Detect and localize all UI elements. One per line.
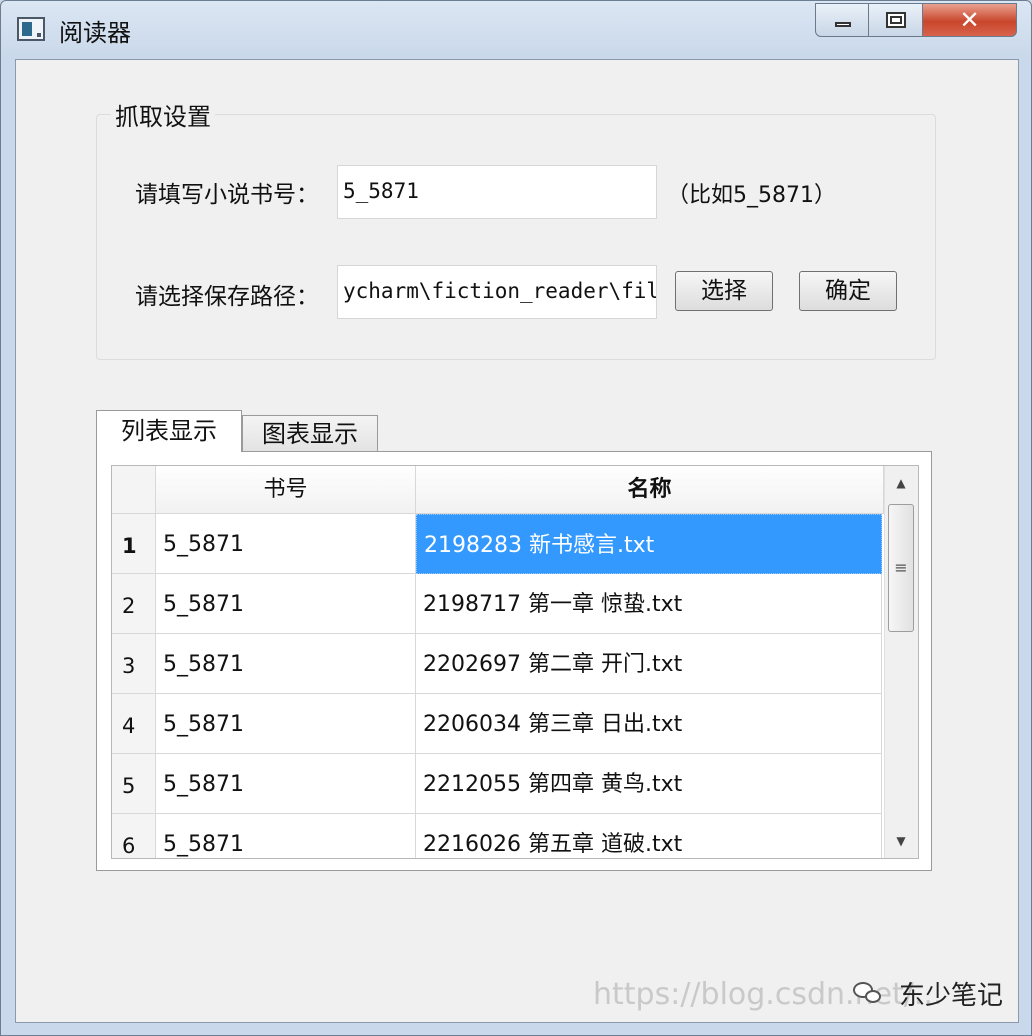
save-path-input[interactable]: ycharm\fiction_reader\file [337, 265, 657, 319]
group-title: 抓取设置 [111, 97, 215, 132]
row-number[interactable]: 6 [112, 814, 156, 858]
chapter-table: 书号 名称 1 5_5871 2198283 新书感言.txt 2 5_5871… [111, 465, 919, 859]
book-id-label: 请填写小说书号： [135, 182, 319, 208]
book-id-cell[interactable]: 5_5871 [156, 514, 416, 574]
table-corner[interactable] [112, 466, 156, 514]
row-number[interactable]: 4 [112, 694, 156, 754]
tab-panel: 书号 名称 1 5_5871 2198283 新书感言.txt 2 5_5871… [96, 451, 932, 871]
table-row[interactable]: 1 5_5871 2198283 新书感言.txt [112, 514, 882, 574]
close-icon: ✕ [959, 6, 980, 34]
scroll-down-arrow-icon[interactable]: ▼ [885, 824, 917, 858]
wechat-icon [853, 980, 883, 1006]
window-title: 阅读器 [59, 19, 131, 47]
confirm-button[interactable]: 确定 [799, 271, 897, 311]
minimize-icon [835, 22, 851, 27]
app-window: 阅读器 ✕ 抓取设置 请填写小说书号： 5_5871 （比如5_5871） 请选… [0, 0, 1032, 1036]
row-number[interactable]: 2 [112, 574, 156, 634]
table-row[interactable]: 3 5_5871 2202697 第二章 开门.txt [112, 634, 882, 694]
tab-list-view[interactable]: 列表显示 [96, 410, 242, 452]
row-number[interactable]: 3 [112, 634, 156, 694]
title-bar[interactable]: 阅读器 ✕ [1, 1, 1031, 57]
name-cell[interactable]: 2212055 第四章 黄鸟.txt [416, 754, 882, 814]
row-number[interactable]: 1 [112, 514, 156, 574]
book-id-cell[interactable]: 5_5871 [156, 574, 416, 634]
scroll-thumb[interactable]: ≡ [888, 504, 914, 632]
tab-chart-view[interactable]: 图表显示 [242, 415, 378, 452]
maximize-icon [886, 12, 906, 28]
name-cell[interactable]: 2206034 第三章 日出.txt [416, 694, 882, 754]
name-cell[interactable]: 2198717 第一章 惊蛰.txt [416, 574, 882, 634]
row-number[interactable]: 5 [112, 754, 156, 814]
book-id-cell[interactable]: 5_5871 [156, 694, 416, 754]
book-id-hint: （比如5_5871） [667, 183, 836, 208]
book-id-input[interactable]: 5_5871 [337, 165, 657, 219]
table-row[interactable]: 5 5_5871 2212055 第四章 黄鸟.txt [112, 754, 882, 814]
minimize-button[interactable] [815, 3, 869, 37]
table-row[interactable]: 6 5_5871 2216026 第五章 道破.txt [112, 814, 882, 858]
name-cell[interactable]: 2216026 第五章 道破.txt [416, 814, 882, 858]
choose-path-button[interactable]: 选择 [675, 271, 773, 311]
name-cell[interactable]: 2198283 新书感言.txt [416, 514, 882, 574]
save-path-label: 请选择保存路径： [135, 284, 319, 310]
column-header-book-id[interactable]: 书号 [156, 466, 416, 514]
table-row[interactable]: 4 5_5871 2206034 第三章 日出.txt [112, 694, 882, 754]
app-icon [17, 17, 45, 41]
watermark-account: 东少笔记 [899, 980, 1004, 1011]
window-controls: ✕ [815, 3, 1017, 39]
name-cell[interactable]: 2202697 第二章 开门.txt [416, 634, 882, 694]
column-header-name[interactable]: 名称 [416, 466, 884, 514]
watermark-badge: 东少笔记 [853, 973, 1003, 1013]
book-id-cell[interactable]: 5_5871 [156, 634, 416, 694]
book-id-cell[interactable]: 5_5871 [156, 814, 416, 858]
main-panel: 抓取设置 请填写小说书号： 5_5871 （比如5_5871） 请选择保存路径：… [15, 59, 1019, 1023]
close-button[interactable]: ✕ [923, 3, 1017, 37]
scroll-up-arrow-icon[interactable]: ▲ [885, 466, 917, 500]
book-id-cell[interactable]: 5_5871 [156, 754, 416, 814]
maximize-button[interactable] [869, 3, 923, 37]
fetch-settings-group: 抓取设置 请填写小说书号： 5_5871 （比如5_5871） 请选择保存路径：… [96, 97, 936, 360]
table-row[interactable]: 2 5_5871 2198717 第一章 惊蛰.txt [112, 574, 882, 634]
vertical-scrollbar[interactable]: ▲ ≡ ▼ [884, 466, 918, 858]
